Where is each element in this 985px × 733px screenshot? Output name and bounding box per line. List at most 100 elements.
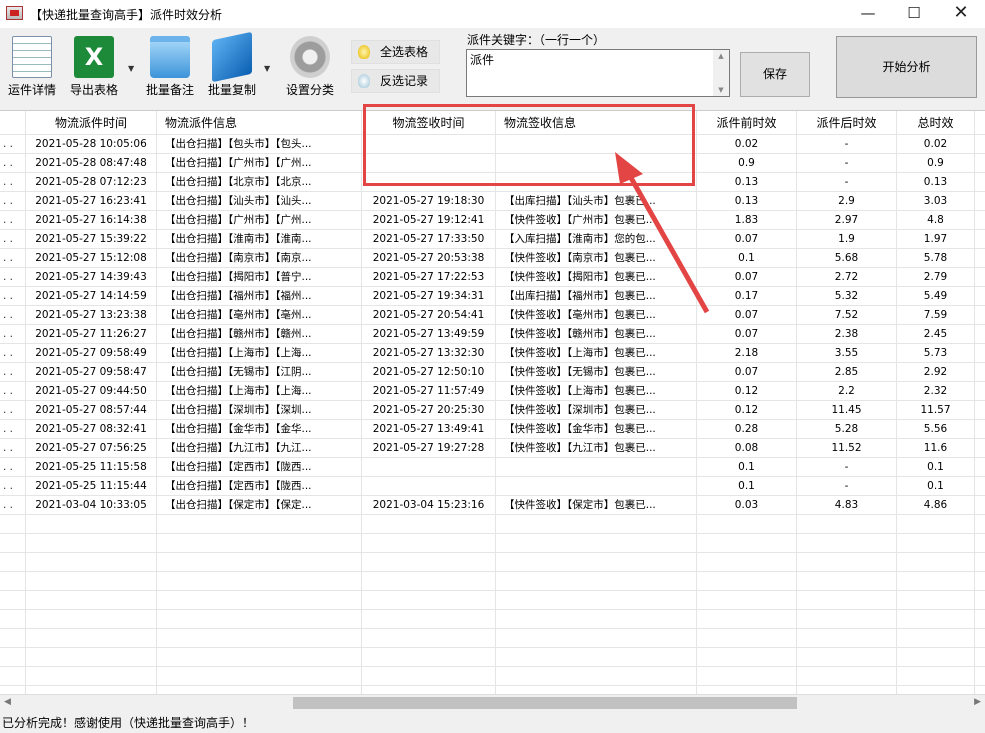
cell-dispatch-info: 【出仓扫描】【深圳市】【深圳... bbox=[157, 401, 362, 420]
batch-note-button[interactable]: 批量备注 bbox=[142, 34, 198, 100]
cell-sign-info: 【快件签收】【揭阳市】包裹已... bbox=[496, 268, 697, 287]
cell-dispatch-info: 【出仓扫描】【无锡市】【江阴... bbox=[157, 363, 362, 382]
empty-cell bbox=[697, 591, 797, 610]
annotation-highlight-box bbox=[363, 104, 695, 186]
export-table-label: 导出表格 bbox=[69, 83, 118, 97]
cell-sign-time: 2021-05-27 20:54:41 bbox=[362, 306, 496, 325]
cell-dispatch-time: 2021-05-27 14:14:59 bbox=[26, 287, 157, 306]
scrollbar-thumb[interactable] bbox=[293, 697, 797, 709]
gear-icon bbox=[290, 36, 330, 78]
header-total-duration[interactable]: 总时效 bbox=[897, 111, 975, 135]
cell-dispatch-info: 【出仓扫描】【福州市】【福州... bbox=[157, 287, 362, 306]
empty-cell bbox=[797, 629, 897, 648]
empty-cell bbox=[0, 629, 26, 648]
set-category-button[interactable]: 设置分类 bbox=[282, 34, 338, 100]
table-row[interactable]: . . 2021-05-27 16:23:41 【出仓扫描】【汕头市】【汕头... 2… bbox=[0, 192, 985, 211]
cell-dispatch-time: 2021-05-27 15:12:08 bbox=[26, 249, 157, 268]
save-button[interactable]: 保存 bbox=[740, 52, 810, 97]
empty-cell bbox=[496, 534, 697, 553]
cell-sign-time: 2021-05-27 13:49:41 bbox=[362, 420, 496, 439]
table-row[interactable]: . . 2021-05-27 09:58:49 【出仓扫描】【上海市】【上海... 2… bbox=[0, 344, 985, 363]
cell-sign-time: 2021-05-27 20:25:30 bbox=[362, 401, 496, 420]
empty-cell bbox=[697, 629, 797, 648]
select-all-button[interactable]: 全选表格 bbox=[351, 40, 440, 64]
cell-total-duration: 5.56 bbox=[897, 420, 975, 439]
export-dropdown-arrow-icon[interactable]: ▼ bbox=[128, 64, 134, 73]
scroll-right-icon[interactable]: ▶ bbox=[974, 697, 981, 707]
table-row[interactable]: . . 2021-05-25 11:15:44 【出仓扫描】【定西市】【陇西... 0… bbox=[0, 477, 985, 496]
close-button[interactable]: ✕ bbox=[938, 0, 984, 28]
cell-total-duration: 3.03 bbox=[897, 192, 975, 211]
empty-cell bbox=[897, 553, 975, 572]
empty-table-row bbox=[0, 648, 985, 667]
cell-pre-dispatch-duration: 0.17 bbox=[697, 287, 797, 306]
table-row[interactable]: . . 2021-05-27 16:14:38 【出仓扫描】【广州市】【广州... 2… bbox=[0, 211, 985, 230]
cell-pre-dispatch-duration: 0.12 bbox=[697, 401, 797, 420]
cell-row-indicator: . . bbox=[0, 401, 26, 420]
invert-select-button[interactable]: 反选记录 bbox=[351, 69, 440, 93]
empty-cell bbox=[797, 515, 897, 534]
keyword-scrollbar[interactable]: ▲ ▼ bbox=[713, 50, 729, 96]
empty-cell bbox=[797, 572, 897, 591]
horizontal-scrollbar[interactable]: ◀ ▶ bbox=[0, 694, 985, 711]
scroll-up-icon[interactable]: ▲ bbox=[713, 50, 729, 62]
cell-dispatch-time: 2021-05-28 08:47:48 bbox=[26, 154, 157, 173]
empty-cell bbox=[26, 553, 157, 572]
cell-row-indicator: . . bbox=[0, 192, 26, 211]
header-dispatch-time[interactable]: 物流派件时间 bbox=[26, 111, 157, 135]
table-row[interactable]: . . 2021-05-27 11:26:27 【出仓扫描】【赣州市】【赣州... 2… bbox=[0, 325, 985, 344]
copy-dropdown-arrow-icon[interactable]: ▼ bbox=[264, 64, 270, 73]
table-row[interactable]: . . 2021-05-27 14:39:43 【出仓扫描】【揭阳市】【普宁... 2… bbox=[0, 268, 985, 287]
batch-copy-button[interactable]: 批量复制 bbox=[204, 31, 260, 100]
empty-table-row bbox=[0, 572, 985, 591]
cell-dispatch-info: 【出仓扫描】【汕头市】【汕头... bbox=[157, 192, 362, 211]
empty-cell bbox=[0, 648, 26, 667]
waybill-detail-button[interactable]: 运件详情 bbox=[4, 34, 60, 100]
cell-dispatch-time: 2021-05-27 09:58:49 bbox=[26, 344, 157, 363]
start-analysis-button[interactable]: 开始分析 bbox=[836, 36, 977, 98]
table-row[interactable]: . . 2021-05-27 07:56:25 【出仓扫描】【九江市】【九江... 2… bbox=[0, 439, 985, 458]
empty-cell bbox=[26, 629, 157, 648]
empty-cell bbox=[797, 667, 897, 686]
export-table-button[interactable]: X 导出表格 bbox=[66, 34, 122, 100]
cell-dispatch-info: 【出仓扫描】【上海市】【上海... bbox=[157, 382, 362, 401]
table-row[interactable]: . . 2021-05-27 09:58:47 【出仓扫描】【无锡市】【江阴... 2… bbox=[0, 363, 985, 382]
cell-post-dispatch-duration: 11.52 bbox=[797, 439, 897, 458]
cell-post-dispatch-duration: 2.38 bbox=[797, 325, 897, 344]
keyword-box: ▲ ▼ bbox=[466, 49, 730, 97]
invert-select-label: 反选记录 bbox=[380, 74, 429, 88]
empty-cell bbox=[496, 610, 697, 629]
cell-total-duration: 2.32 bbox=[897, 382, 975, 401]
cell-sign-info: 【出库扫描】【汕头市】包裹已... bbox=[496, 192, 697, 211]
table-row[interactable]: . . 2021-05-27 13:23:38 【出仓扫描】【亳州市】【亳州... 2… bbox=[0, 306, 985, 325]
table-row[interactable]: . . 2021-05-27 15:12:08 【出仓扫描】【南京市】【南京... 2… bbox=[0, 249, 985, 268]
scroll-left-icon[interactable]: ◀ bbox=[4, 697, 11, 707]
results-table: 物流派件时间 物流派件信息 物流签收时间 物流签收信息 派件前时效 派件后时效 … bbox=[0, 110, 985, 710]
cell-post-dispatch-duration: 5.28 bbox=[797, 420, 897, 439]
minimize-button[interactable]: — bbox=[845, 0, 891, 28]
table-row[interactable]: . . 2021-05-27 15:39:22 【出仓扫描】【淮南市】【淮南... 2… bbox=[0, 230, 985, 249]
table-row[interactable]: . . 2021-05-27 09:44:50 【出仓扫描】【上海市】【上海... 2… bbox=[0, 382, 985, 401]
scroll-down-icon[interactable]: ▼ bbox=[713, 84, 729, 96]
empty-cell bbox=[496, 572, 697, 591]
header-pre-dispatch-duration[interactable]: 派件前时效 bbox=[697, 111, 797, 135]
empty-cell bbox=[797, 534, 897, 553]
table-row[interactable]: . . 2021-03-04 10:33:05 【出仓扫描】【保定市】【保定... 2… bbox=[0, 496, 985, 515]
header-dispatch-info[interactable]: 物流派件信息 bbox=[157, 111, 362, 135]
cell-post-dispatch-duration: 5.68 bbox=[797, 249, 897, 268]
table-row[interactable]: . . 2021-05-27 08:32:41 【出仓扫描】【金华市】【金华... 2… bbox=[0, 420, 985, 439]
table-row[interactable]: . . 2021-05-27 14:14:59 【出仓扫描】【福州市】【福州... 2… bbox=[0, 287, 985, 306]
maximize-button[interactable]: ☐ bbox=[891, 0, 937, 28]
cell-row-indicator: . . bbox=[0, 325, 26, 344]
header-row-indicator[interactable] bbox=[0, 111, 26, 135]
table-row[interactable]: . . 2021-05-27 08:57:44 【出仓扫描】【深圳市】【深圳... 2… bbox=[0, 401, 985, 420]
cell-dispatch-info: 【出仓扫描】【九江市】【九江... bbox=[157, 439, 362, 458]
empty-table-row bbox=[0, 667, 985, 686]
cell-total-duration: 5.49 bbox=[897, 287, 975, 306]
cell-post-dispatch-duration: 5.32 bbox=[797, 287, 897, 306]
table-row[interactable]: . . 2021-05-25 11:15:58 【出仓扫描】【定西市】【陇西... 0… bbox=[0, 458, 985, 477]
cell-sign-info bbox=[496, 477, 697, 496]
keyword-input[interactable] bbox=[467, 50, 714, 96]
cell-dispatch-time: 2021-05-27 15:39:22 bbox=[26, 230, 157, 249]
header-post-dispatch-duration[interactable]: 派件后时效 bbox=[797, 111, 897, 135]
